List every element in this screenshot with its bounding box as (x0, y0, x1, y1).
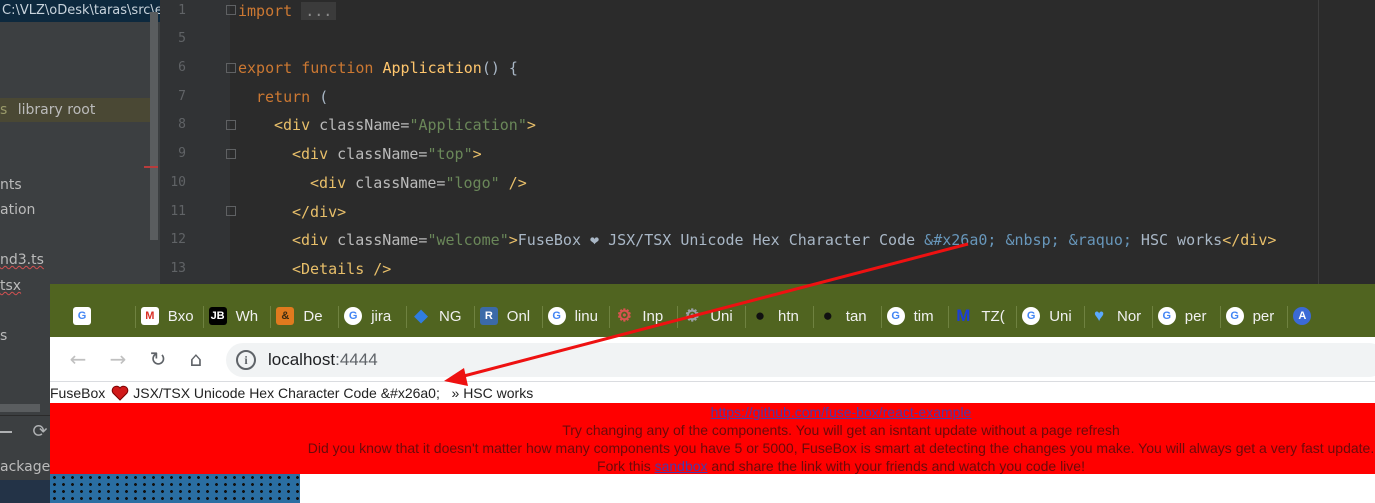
annotation-arrow-head (444, 368, 468, 386)
annotation-overlay (444, 242, 969, 386)
annotation-arrow-line (459, 242, 969, 379)
